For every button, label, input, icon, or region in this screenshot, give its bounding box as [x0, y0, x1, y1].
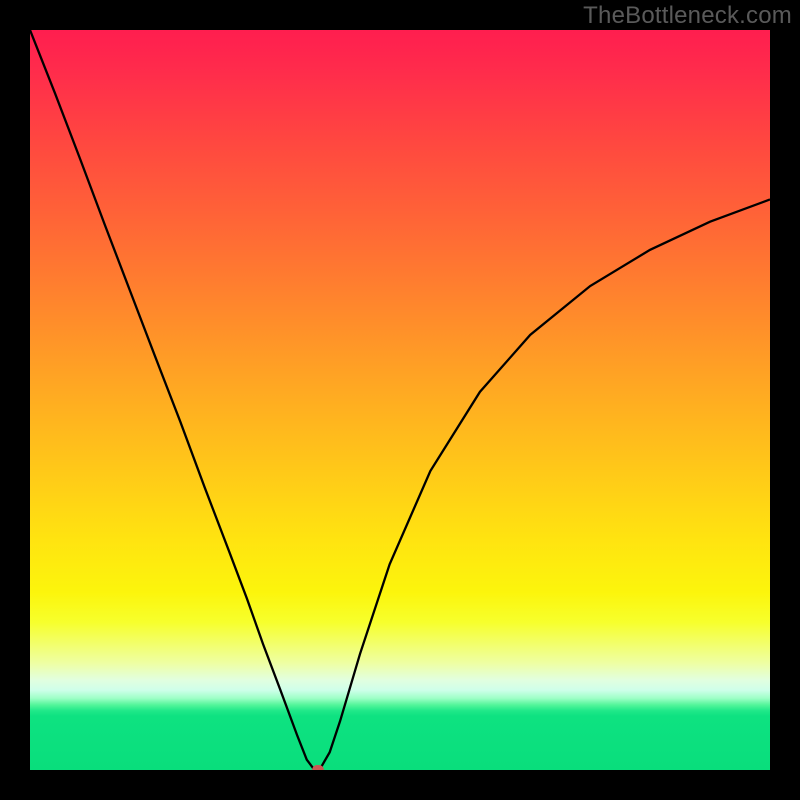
bottleneck-curve [30, 30, 770, 770]
watermark-text: TheBottleneck.com [583, 2, 792, 30]
curve-path [30, 30, 770, 770]
optimal-point-marker [312, 765, 324, 770]
plot-area [30, 30, 770, 770]
chart-frame: TheBottleneck.com [0, 0, 800, 800]
